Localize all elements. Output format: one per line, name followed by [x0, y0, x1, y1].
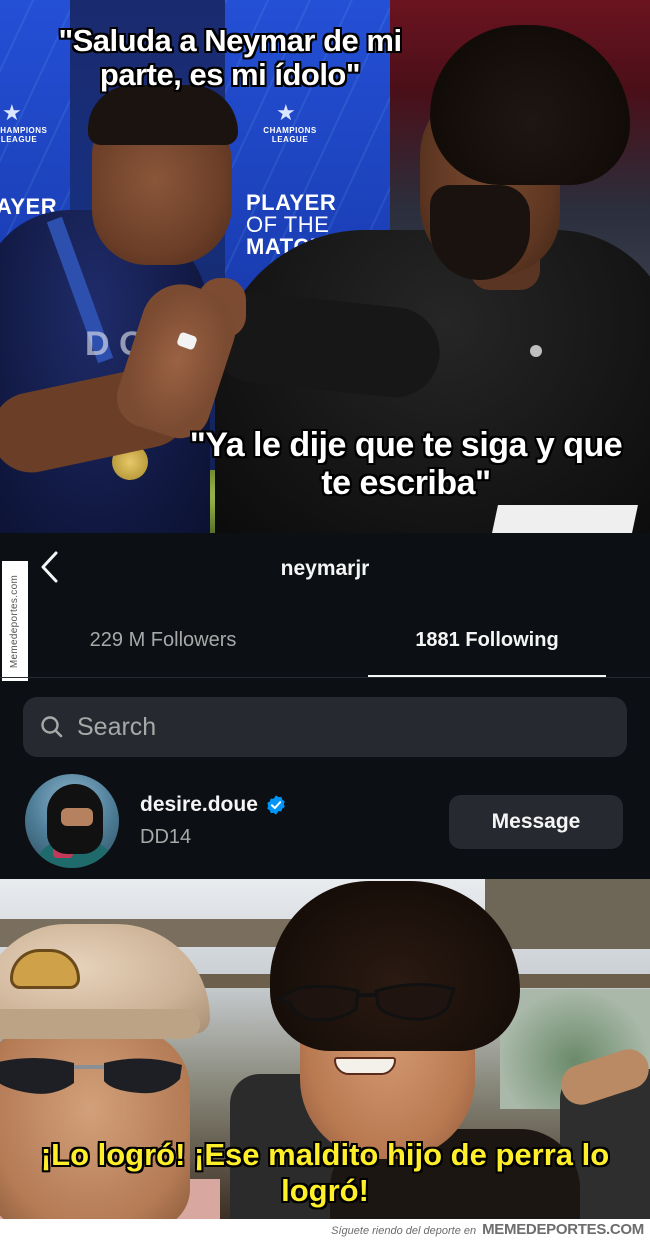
side-watermark-text: Memedeportes.com — [9, 574, 21, 668]
caption-bottom: ¡Lo logró! ¡Ese maldito hijo de perra lo… — [40, 1137, 610, 1208]
verified-badge-icon — [267, 795, 285, 815]
tab-followers[interactable]: 229 M Followers — [40, 629, 286, 659]
message-button[interactable]: Message — [449, 795, 623, 849]
sign-corner — [492, 505, 638, 533]
search-input[interactable]: Search — [23, 697, 627, 757]
lapel-pin — [530, 345, 542, 357]
smile — [334, 1057, 396, 1075]
active-tab-indicator — [368, 675, 606, 677]
player-hair — [88, 85, 238, 145]
instagram-following-screen: Memedeportes.com neymarjr 229 M Follower… — [0, 533, 650, 879]
profile-handle-title: neymarjr — [280, 557, 370, 580]
glasses-icon — [276, 982, 456, 1022]
username[interactable]: desire.doue — [140, 793, 287, 817]
sunglasses-icon — [0, 1058, 182, 1094]
board-text-of-the: OF THE — [246, 212, 330, 237]
avatar[interactable] — [25, 774, 119, 868]
ucl-label-center: CHAMPIONS LEAGUE — [263, 126, 317, 144]
footer-watermark: Síguete riendo del deporte en MEMEDEPORT… — [0, 1219, 650, 1240]
champions-league-logo-left: ★ — [2, 100, 22, 125]
caption-top: "Saluda a Neymar de mi parte, es mi ídol… — [58, 23, 402, 92]
caption-middle: "Ya le dije que te siga y que te escriba… — [189, 426, 623, 502]
full-name: DD14 — [140, 826, 192, 848]
footer-brand[interactable]: MEMEDEPORTES.COM — [482, 1221, 644, 1238]
cap-brim — [0, 1009, 200, 1039]
tabs-divider — [0, 677, 650, 678]
tab-following[interactable]: 1881 Following — [368, 629, 606, 659]
ucl-label-left: CHAMPIONS LEAGUE — [0, 126, 48, 144]
board-text-player: PLAYER — [246, 190, 337, 215]
search-icon — [41, 716, 63, 738]
meme-photo-top: ★ CHAMPIONS LEAGUE ★ CHAMPIONS LEAGUE AY… — [0, 0, 650, 533]
champions-league-logo-center: ★ — [276, 100, 296, 125]
vehicle-frame — [485, 879, 650, 949]
search-placeholder: Search — [77, 712, 157, 741]
username-text: desire.doue — [140, 793, 258, 816]
footer-tagline: Síguete riendo del deporte en — [331, 1225, 477, 1237]
